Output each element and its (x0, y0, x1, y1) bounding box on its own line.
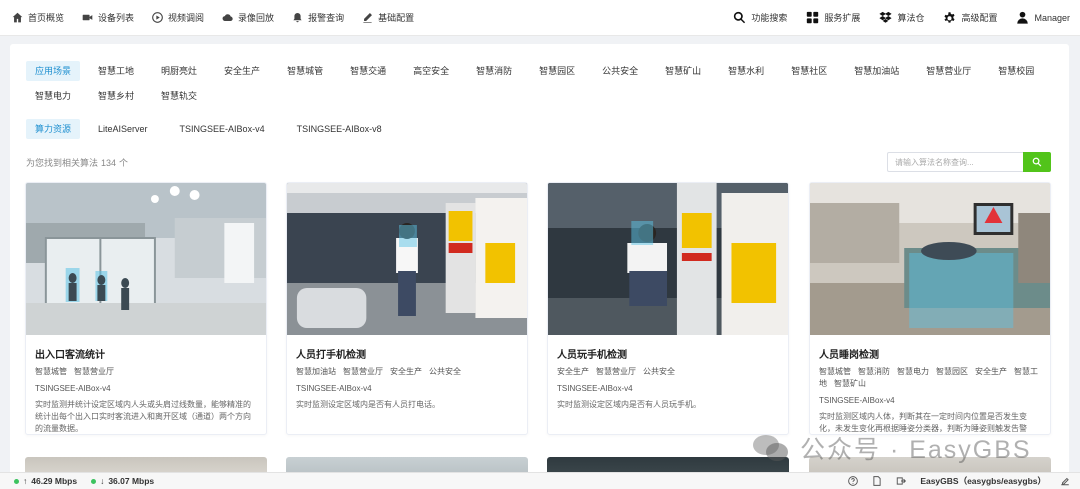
card-description: 实时监测设定区域内是否有人员玩手机。 (557, 400, 701, 409)
scene-tag[interactable]: 智慧交通 (341, 61, 395, 81)
edit-icon[interactable] (1060, 476, 1070, 486)
nav-service-extension[interactable]: 服务扩展 (806, 11, 860, 24)
nav-alarm[interactable]: 报警查询 (292, 11, 344, 24)
resource-tag[interactable]: TSINGSEE-AIBox-v4 (171, 119, 274, 139)
card-platform: TSINGSEE-AIBox-v4 (819, 396, 895, 405)
export-icon[interactable] (896, 476, 907, 486)
wechat-icon (753, 435, 788, 461)
scene-tag[interactable]: 智慧水利 (719, 61, 773, 81)
status-bar: ↑ 46.29 Mbps ↓ 36.07 Mbps EasyGBS（easygb… (0, 472, 1080, 489)
card-image (548, 183, 788, 335)
play-circle-icon (152, 12, 163, 23)
scene-tag[interactable]: 智慧校园 (989, 61, 1043, 81)
home-icon (12, 12, 23, 23)
search-icon (734, 11, 746, 24)
help-icon[interactable] (848, 476, 859, 486)
scene-tag[interactable]: 智慧营业厅 (917, 61, 980, 81)
scene-tag[interactable]: 智慧电力 (26, 86, 80, 106)
algorithm-card[interactable]: 人员打手机检测 智慧加油站 智慧营业厅 安全生产 公共安全 TSINGSEE-AIBo… (286, 182, 528, 435)
nav-algorithm-store[interactable]: 算法仓 (879, 11, 924, 24)
scene-tag[interactable]: 智慧社区 (782, 61, 836, 81)
nav-left: 首页概览 设备列表 视频调阅 录像回放 报警查询 基础配置 (0, 11, 432, 24)
scene-tag[interactable]: 智慧消防 (467, 61, 521, 81)
card-title: 人员睡岗检测 (819, 350, 879, 361)
scene-tag[interactable]: 智慧工地 (89, 61, 143, 81)
status-dot (91, 478, 97, 484)
card-tags: 安全生产 智慧营业厅 公共安全 (557, 367, 675, 376)
card-image (26, 183, 266, 335)
resource-tag[interactable]: LiteAIServer (89, 119, 157, 139)
card-tags: 智慧城管 智慧营业厅 (35, 367, 114, 376)
scene-tag[interactable]: 安全生产 (215, 61, 269, 81)
main-panel: 应用场景 智慧工地 明厨亮灶 安全生产 智慧城管 智慧交通 高空安全 智慧消防 … (10, 44, 1069, 484)
algorithm-card[interactable]: 人员玩手机检测 安全生产 智慧营业厅 公共安全 TSINGSEE-AIBox-v4 … (547, 182, 789, 435)
card-platform: TSINGSEE-AIBox-v4 (296, 384, 372, 393)
arrow-up-icon: ↑ (23, 476, 28, 486)
scene-tag[interactable]: 智慧矿山 (656, 61, 710, 81)
bell-icon (293, 13, 302, 23)
status-dot (14, 478, 19, 484)
nav-video[interactable]: 视频调阅 (152, 11, 204, 24)
scene-filter: 应用场景 智慧工地 明厨亮灶 安全生产 智慧城管 智慧交通 高空安全 智慧消防 … (26, 61, 1056, 106)
upload-speed: ↑ 46.29 Mbps (14, 476, 77, 486)
card-tags: 智慧城管 智慧消防 智慧电力 智慧园区 安全生产 智慧工地 智慧矿山 (819, 367, 1038, 388)
scene-tag[interactable]: 高空安全 (404, 61, 458, 81)
grid-icon (807, 11, 819, 24)
user-icon (1017, 11, 1029, 24)
search-icon (1032, 157, 1042, 167)
scene-tag[interactable]: 智慧乡村 (89, 86, 143, 106)
algorithm-search (887, 152, 1051, 172)
nav-user[interactable]: Manager (1016, 11, 1070, 24)
cloud-icon (222, 14, 233, 21)
nav-advanced-config[interactable]: 高级配置 (943, 11, 997, 24)
nav-config[interactable]: 基础配置 (362, 11, 414, 24)
app-info: EasyGBS（easygbs/easygbs） (920, 476, 1046, 486)
scene-tag-label[interactable]: 应用场景 (26, 61, 81, 81)
nav-right: 功能搜索 服务扩展 算法仓 高级配置 Manager (714, 11, 1080, 24)
card-title: 人员打手机检测 (296, 350, 366, 361)
algorithm-card[interactable]: 人员睡岗检测 智慧城管 智慧消防 智慧电力 智慧园区 安全生产 智慧工地 智慧矿山 TSIN… (809, 182, 1051, 435)
top-nav: 首页概览 设备列表 视频调阅 录像回放 报警查询 基础配置 功能搜索 服务扩展 … (0, 0, 1080, 36)
card-title: 人员玩手机检测 (557, 350, 627, 361)
card-image (287, 183, 527, 335)
scene-tag[interactable]: 智慧城管 (278, 61, 332, 81)
dropbox-icon (879, 11, 893, 23)
result-count: 为您找到相关算法 134 个 (26, 158, 129, 168)
pen-icon (363, 13, 373, 23)
algorithm-card[interactable]: 出入口客流统计 智慧城管 智慧营业厅 TSINGSEE-AIBox-v4 实时监测… (25, 182, 267, 435)
gear-icon (944, 12, 955, 23)
scene-tag[interactable]: 明厨亮灶 (152, 61, 206, 81)
scene-tag[interactable]: 公共安全 (593, 61, 647, 81)
download-speed: ↓ 36.07 Mbps (91, 476, 154, 486)
card-description: 实时监测设定区域内是否有人员打电话。 (296, 400, 440, 409)
card-platform: TSINGSEE-AIBox-v4 (557, 384, 633, 393)
card-tags: 智慧加油站 智慧营业厅 安全生产 公共安全 (296, 367, 461, 376)
scene-tag[interactable]: 智慧轨交 (152, 86, 206, 106)
scene-tag[interactable]: 智慧加油站 (845, 61, 908, 81)
card-description: 实时监测并统计设定区域内人头或头肩过线数量，能够精准的统计出每个出入口实时客流进… (35, 400, 251, 433)
nav-playback[interactable]: 录像回放 (222, 11, 274, 24)
scene-tag[interactable]: 智慧园区 (530, 61, 584, 81)
resource-filter: 算力资源 LiteAIServer TSINGSEE-AIBox-v4 TSIN… (26, 119, 400, 139)
arrow-down-icon: ↓ (100, 476, 105, 486)
search-input[interactable] (887, 152, 1023, 172)
status-right: EasyGBS（easygbs/easygbs） (848, 475, 1080, 487)
wechat-watermark: 公众号 · EasyGBS (752, 430, 1032, 466)
card-platform: TSINGSEE-AIBox-v4 (35, 384, 111, 393)
nav-function-search[interactable]: 功能搜索 (733, 11, 787, 24)
nav-devices[interactable]: 设备列表 (82, 11, 134, 24)
card-image (810, 183, 1050, 335)
card-title: 出入口客流统计 (35, 350, 105, 361)
search-button[interactable] (1023, 152, 1051, 172)
resource-tag[interactable]: TSINGSEE-AIBox-v8 (288, 119, 391, 139)
document-icon[interactable] (872, 476, 882, 486)
video-icon (82, 14, 93, 21)
resource-tag-label[interactable]: 算力资源 (26, 119, 81, 139)
nav-home[interactable]: 首页概览 (12, 11, 64, 24)
